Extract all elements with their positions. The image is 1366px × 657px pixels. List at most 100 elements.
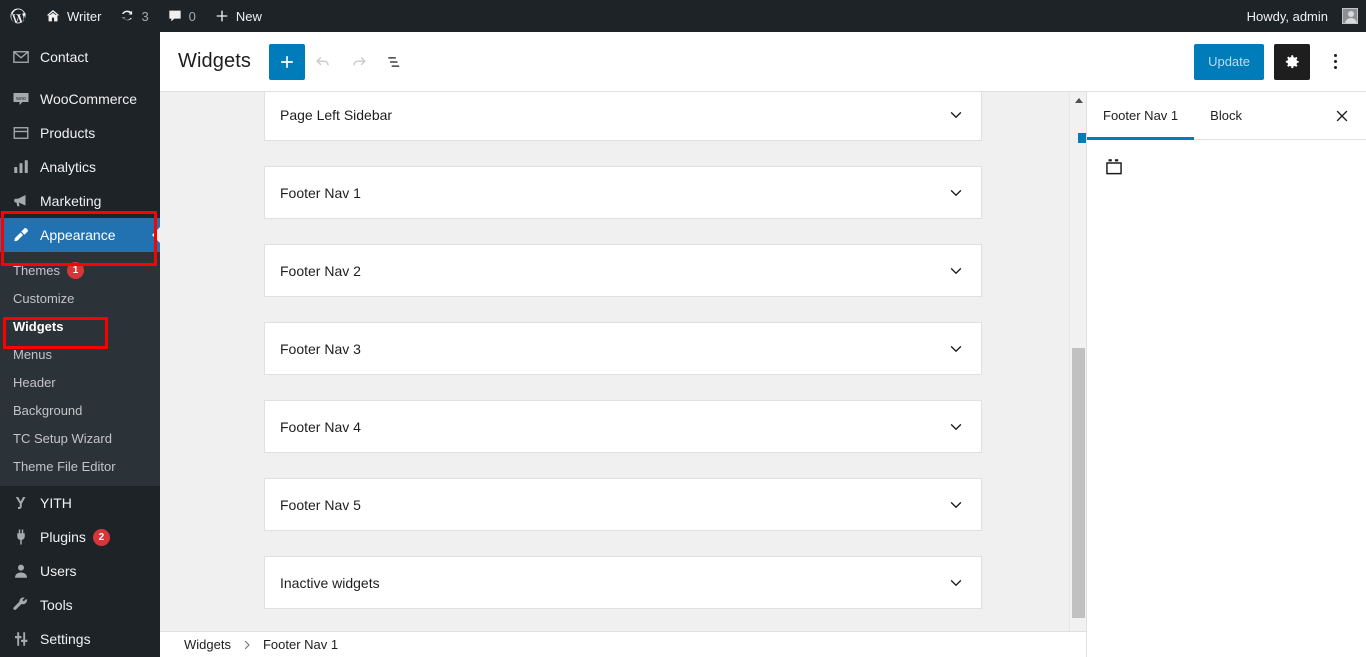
close-icon[interactable] bbox=[1318, 92, 1366, 139]
tab-block[interactable]: Block bbox=[1194, 92, 1258, 139]
mail-icon bbox=[11, 47, 31, 67]
inspector-body bbox=[1087, 140, 1366, 178]
scroll-up-arrow-icon[interactable] bbox=[1070, 92, 1087, 109]
inspector-sidebar: Footer Nav 1 Block bbox=[1086, 92, 1366, 657]
breadcrumb-root[interactable]: Widgets bbox=[184, 637, 231, 652]
sidebar-item-label: WooCommerce bbox=[40, 91, 137, 107]
tab-footer-nav-1[interactable]: Footer Nav 1 bbox=[1087, 92, 1195, 140]
sidebar-subitem-customize[interactable]: Customize bbox=[0, 284, 160, 312]
sidebar-subitem-theme-file-editor[interactable]: Theme File Editor bbox=[0, 452, 160, 480]
chevron-down-icon[interactable] bbox=[947, 418, 965, 436]
sidebar-item-plugins[interactable]: Plugins 2 bbox=[0, 520, 160, 554]
paintbrush-icon bbox=[11, 225, 31, 245]
woo-icon: woo bbox=[11, 89, 31, 109]
sidebar-item-label: Settings bbox=[40, 631, 91, 647]
sidebar-item-users[interactable]: Users bbox=[0, 554, 160, 588]
settings-gear-icon[interactable] bbox=[1274, 43, 1310, 80]
user-icon bbox=[11, 561, 31, 581]
inspector-tabs: Footer Nav 1 Block bbox=[1087, 92, 1366, 140]
sidebar-subitem-menus[interactable]: Menus bbox=[0, 340, 160, 368]
new-label: New bbox=[235, 8, 262, 24]
wp-logo-menu[interactable] bbox=[0, 0, 36, 32]
sidebar-item-label: Plugins bbox=[40, 529, 86, 545]
widget-area-title: Page Left Sidebar bbox=[280, 106, 393, 123]
submenu-label: Menus bbox=[13, 346, 53, 362]
submenu-label: Customize bbox=[13, 290, 75, 306]
new-content-menu[interactable]: New bbox=[205, 0, 271, 32]
widget-area-panel[interactable]: Footer Nav 5 bbox=[264, 478, 982, 531]
breadcrumb: Widgets Footer Nav 1 bbox=[160, 631, 1086, 657]
sidebar-item-label: Marketing bbox=[40, 193, 102, 209]
undo-button[interactable] bbox=[305, 44, 341, 80]
site-name-label: Writer bbox=[67, 8, 102, 24]
chevron-down-icon[interactable] bbox=[947, 106, 965, 124]
submenu-label: Theme File Editor bbox=[13, 458, 116, 474]
widget-area-title: Inactive widgets bbox=[280, 574, 380, 591]
chevron-down-icon[interactable] bbox=[947, 496, 965, 514]
admin-bar: Writer 3 0 New Howdy, admin bbox=[0, 0, 1366, 32]
widget-area-title: Footer Nav 1 bbox=[280, 184, 361, 201]
menu-separator bbox=[0, 74, 160, 82]
sidebar-subitem-widgets[interactable]: Widgets bbox=[0, 312, 160, 340]
my-account-menu[interactable]: Howdy, admin bbox=[1238, 0, 1358, 32]
sidebar-item-tools[interactable]: Tools bbox=[0, 588, 160, 622]
add-block-button[interactable] bbox=[268, 43, 305, 80]
breadcrumb-current[interactable]: Footer Nav 1 bbox=[263, 637, 338, 652]
widget-area-panel[interactable]: Footer Nav 3 bbox=[264, 322, 982, 375]
themes-update-badge: 1 bbox=[66, 261, 84, 279]
sidebar-item-label: Products bbox=[40, 125, 96, 141]
sidebar-item-label: Tools bbox=[40, 597, 73, 613]
products-icon bbox=[11, 123, 31, 143]
sidebar-subitem-tc-setup-wizard[interactable]: TC Setup Wizard bbox=[0, 424, 160, 452]
chevron-down-icon[interactable] bbox=[947, 340, 965, 358]
updates-menu[interactable]: 3 bbox=[110, 0, 157, 32]
widget-area-panel[interactable]: Footer Nav 2 bbox=[264, 244, 982, 297]
chevron-down-icon[interactable] bbox=[947, 184, 965, 202]
sidebar-item-yith[interactable]: YITH bbox=[0, 486, 160, 520]
sidebar-item-woocommerce[interactable]: woo WooCommerce bbox=[0, 82, 160, 116]
submenu-label: TC Setup Wizard bbox=[13, 430, 112, 446]
sidebar-item-label: Contact bbox=[40, 49, 89, 65]
plugins-update-badge: 2 bbox=[92, 528, 110, 546]
sidebar-item-contact[interactable]: Contact bbox=[0, 40, 160, 74]
widget-area-panel[interactable]: Inactive widgets bbox=[264, 556, 982, 609]
update-button[interactable]: Update bbox=[1194, 43, 1264, 80]
site-name-menu[interactable]: Writer bbox=[36, 0, 110, 32]
home-icon bbox=[45, 8, 61, 24]
sidebar-subitem-background[interactable]: Background bbox=[0, 396, 160, 424]
list-view-icon[interactable] bbox=[377, 44, 413, 80]
sidebar-subitem-header[interactable]: Header bbox=[0, 368, 160, 396]
update-arrows-icon bbox=[119, 8, 135, 24]
comments-menu[interactable]: 0 bbox=[158, 0, 205, 32]
sidebar-item-appearance[interactable]: Appearance bbox=[0, 218, 160, 252]
chevron-down-icon[interactable] bbox=[947, 262, 965, 280]
widget-area-list: Page Left Sidebar Footer Nav 1 Footer Na… bbox=[160, 92, 1086, 609]
widget-area-title: Footer Nav 3 bbox=[280, 340, 361, 357]
wordpress-logo-icon bbox=[9, 7, 27, 25]
widget-areas-canvas: Page Left Sidebar Footer Nav 1 Footer Na… bbox=[160, 92, 1086, 657]
avatar bbox=[1342, 8, 1358, 24]
redo-button[interactable] bbox=[341, 44, 377, 80]
sidebar-item-label: Users bbox=[40, 563, 77, 579]
comments-count: 0 bbox=[188, 8, 196, 24]
more-options-icon[interactable] bbox=[1320, 44, 1350, 80]
canvas-scrollbar[interactable] bbox=[1069, 92, 1086, 657]
vertical-dots bbox=[1333, 54, 1337, 69]
widget-area-panel[interactable]: Footer Nav 1 bbox=[264, 166, 982, 219]
chevron-down-icon[interactable] bbox=[947, 574, 965, 592]
sidebar-item-label: Analytics bbox=[40, 159, 97, 175]
sidebar-item-marketing[interactable]: Marketing bbox=[0, 184, 160, 218]
sidebar-item-settings[interactable]: Settings bbox=[0, 622, 160, 656]
sidebar-item-products[interactable]: Products bbox=[0, 116, 160, 150]
scroll-position-marker bbox=[1078, 133, 1086, 143]
submenu-label: Background bbox=[13, 402, 83, 418]
scrollbar-thumb[interactable] bbox=[1072, 348, 1085, 618]
sidebar-subitem-themes[interactable]: Themes 1 bbox=[0, 256, 160, 284]
wrench-icon bbox=[11, 595, 31, 615]
widget-area-title: Footer Nav 5 bbox=[280, 496, 361, 513]
widget-area-panel[interactable]: Footer Nav 4 bbox=[264, 400, 982, 453]
menu-separator bbox=[0, 32, 160, 40]
widget-area-panel[interactable]: Page Left Sidebar bbox=[264, 92, 982, 141]
sidebar-item-label: Appearance bbox=[40, 227, 116, 243]
sidebar-item-analytics[interactable]: Analytics bbox=[0, 150, 160, 184]
